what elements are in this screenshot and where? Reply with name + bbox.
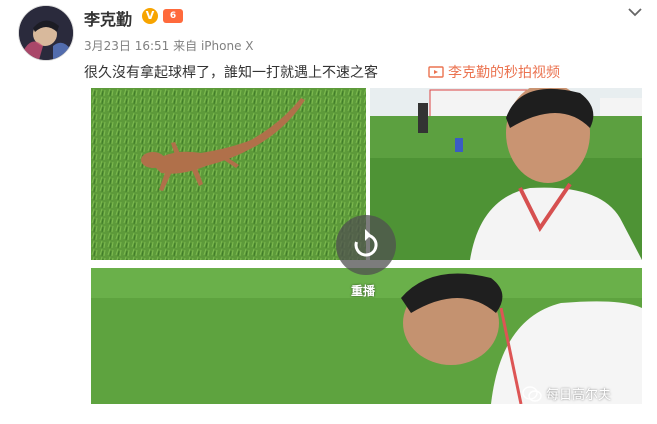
video-icon	[428, 66, 444, 78]
video-frame-golf-course[interactable]	[370, 88, 642, 260]
verified-badge-icon: V	[142, 8, 158, 24]
replay-button[interactable]	[336, 215, 396, 275]
wechat-icon	[522, 386, 542, 402]
avatar[interactable]	[18, 5, 74, 61]
watermark: 每日高尔夫	[522, 384, 611, 403]
video-frame-lizard[interactable]	[91, 88, 366, 260]
vip-level-badge[interactable]: 6	[163, 9, 183, 23]
post-meta: 3月23日 16:51 来自 iPhone X	[84, 37, 254, 54]
post-text: 很久沒有拿起球桿了，誰知一打就遇上不速之客	[84, 65, 378, 81]
username[interactable]: 李克勤	[84, 6, 132, 30]
post-timestamp[interactable]: 3月23日 16:51	[84, 39, 169, 53]
watermark-text: 每日高尔夫	[546, 388, 612, 403]
post-source: 来自 iPhone X	[173, 39, 254, 53]
replay-icon	[354, 229, 378, 257]
video-link[interactable]: 李克勤的秒拍视频	[428, 62, 560, 82]
replay-label[interactable]: 重播	[351, 282, 375, 299]
chevron-down-icon[interactable]	[625, 4, 645, 20]
video-link-label: 李克勤的秒拍视频	[448, 65, 560, 81]
